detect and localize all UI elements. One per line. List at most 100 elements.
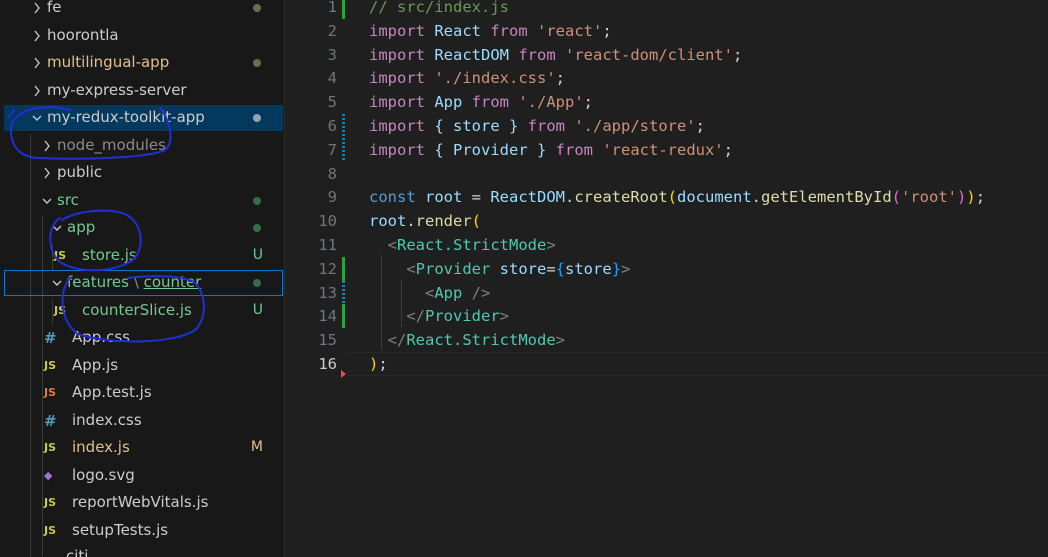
code-token: <: [425, 283, 435, 302]
code-token: './app/store': [574, 117, 696, 135]
code-token: App: [425, 93, 472, 112]
tree-file-row[interactable]: # index.css: [0, 408, 283, 434]
code-token: .: [751, 188, 762, 207]
tree-file-row[interactable]: JS App.js: [0, 353, 283, 379]
code-line[interactable]: import { Provider } from 'react-redux';: [369, 138, 733, 162]
code-token: (: [667, 188, 678, 207]
line-number: 7: [327, 140, 337, 159]
warning-marker-icon[interactable]: [341, 370, 346, 378]
tree-folder-row[interactable]: features \ counter: [4, 270, 283, 296]
git-added-gutter[interactable]: [342, 0, 345, 19]
tree-folder-row[interactable]: node_modules: [0, 133, 283, 159]
code-editor[interactable]: 1 // src/index.js 2 import React from 'reac…: [285, 0, 1048, 557]
code-token: ;: [602, 21, 612, 40]
tree-file-row[interactable]: JS reportWebVitals.js: [0, 490, 283, 516]
tree-item-label: index.css: [72, 410, 142, 429]
chevron-right-icon[interactable]: [42, 138, 52, 154]
git-status-dot: [253, 279, 261, 287]
code-token: import: [369, 140, 425, 159]
git-added-gutter[interactable]: [342, 304, 345, 329]
git-status-dot: [253, 4, 261, 12]
chevron-down-icon[interactable]: [52, 220, 62, 236]
line-number: 10: [318, 212, 337, 231]
code-line[interactable]: );: [369, 352, 388, 376]
line-number: 5: [327, 93, 337, 112]
code-token: =: [471, 188, 491, 207]
code-token: ReactDOM: [425, 45, 519, 64]
code-line[interactable]: </Provider>: [369, 304, 509, 328]
tree-file-row[interactable]: ◆ logo.svg: [0, 463, 283, 489]
tree-file-row[interactable]: JS store.js U: [0, 243, 283, 269]
code-line[interactable]: import ReactDOM from 'react-dom/client';: [369, 43, 742, 67]
indent-guide: [401, 279, 402, 327]
code-token: {: [555, 259, 566, 278]
explorer-panel: fe hoorontla multilingual-app my-express-se…: [0, 0, 285, 557]
tree-item-label: index.js: [72, 438, 130, 456]
tree-folder-row[interactable]: public: [0, 160, 283, 186]
tree-folder-row[interactable]: hoorontla: [0, 23, 283, 49]
js-file-icon: JS: [44, 386, 57, 399]
code-token: App: [434, 283, 463, 302]
line-number: 13: [318, 283, 337, 302]
chevron-right-icon[interactable]: [42, 165, 52, 181]
code-line[interactable]: <App />: [369, 281, 490, 305]
code-line[interactable]: import App from './App';: [369, 90, 593, 114]
code-token: React.StrictMode: [406, 331, 556, 350]
git-modified-gutter[interactable]: [342, 137, 345, 162]
git-added-gutter[interactable]: [342, 256, 345, 281]
tree-folder-row[interactable]: my-redux-toolkit-app: [4, 105, 283, 131]
code-line[interactable]: const root = ReactDOM.createRoot(documen…: [369, 185, 985, 209]
tree-item-label: my-redux-toolkit-app: [47, 108, 205, 126]
code-token: }: [611, 259, 622, 278]
code-line[interactable]: <Provider store={store}>: [369, 257, 630, 281]
git-modified-gutter[interactable]: [342, 114, 345, 138]
git-modified-gutter[interactable]: [342, 280, 345, 305]
code-token: >: [555, 331, 565, 350]
current-line-highlight: [347, 352, 1048, 376]
tree-folder-row[interactable]: my-express-server: [0, 78, 283, 104]
code-token: store: [490, 259, 547, 278]
tree-file-row[interactable]: JS setupTests.js: [0, 518, 283, 544]
tree-file-row[interactable]: JS counterSlice.js U: [0, 298, 283, 324]
tree-folder-row[interactable]: multilingual-app: [0, 50, 283, 76]
code-token: './index.css': [434, 69, 556, 88]
chevron-down-icon[interactable]: [32, 110, 42, 126]
tree-folder-row[interactable]: app: [0, 215, 283, 241]
code-line[interactable]: </React.StrictMode>: [369, 328, 565, 352]
tree-folder-row[interactable]: fe: [0, 0, 283, 21]
code-token: 'react-dom/client': [565, 45, 733, 64]
tree-file-row[interactable]: JS index.js M: [0, 435, 283, 461]
tree-file-row[interactable]: # App.css: [0, 325, 283, 351]
code-line[interactable]: <React.StrictMode>: [369, 233, 556, 257]
tree-item-label: reportWebVitals.js: [72, 493, 209, 511]
line-number: 8: [327, 164, 337, 183]
tree-folder-row[interactable]: src: [0, 188, 283, 214]
line-number: 16: [318, 355, 337, 373]
code-line[interactable]: import './index.css';: [369, 66, 565, 90]
code-token: store: [565, 259, 612, 278]
tree-item-label: hoorontla: [47, 25, 119, 44]
code-line[interactable]: import { store } from './app/store';: [369, 114, 705, 138]
chevron-right-icon[interactable]: [32, 55, 42, 71]
code-token: root: [369, 212, 407, 231]
chevron-right-icon[interactable]: [32, 83, 42, 99]
js-file-icon: JS: [54, 248, 67, 262]
code-token: ;: [555, 69, 566, 88]
code-line[interactable]: import React from 'react';: [369, 19, 612, 43]
code-token: >: [546, 236, 556, 254]
code-token: React: [425, 21, 491, 40]
compact-folder-segment[interactable]: counter: [144, 273, 202, 291]
chevron-down-icon[interactable]: [52, 275, 62, 291]
tree-row-partial[interactable]: citi: [0, 543, 283, 557]
code-token: ;: [732, 45, 743, 64]
chevron-down-icon[interactable]: [42, 193, 52, 209]
code-line[interactable]: // src/index.js: [369, 0, 509, 19]
chevron-right-icon[interactable]: [32, 28, 42, 44]
code-line[interactable]: root.render(: [369, 209, 481, 233]
chevron-right-icon[interactable]: [32, 0, 42, 16]
tree-file-row[interactable]: JS App.test.js: [0, 380, 283, 406]
code-token: from: [490, 21, 528, 40]
